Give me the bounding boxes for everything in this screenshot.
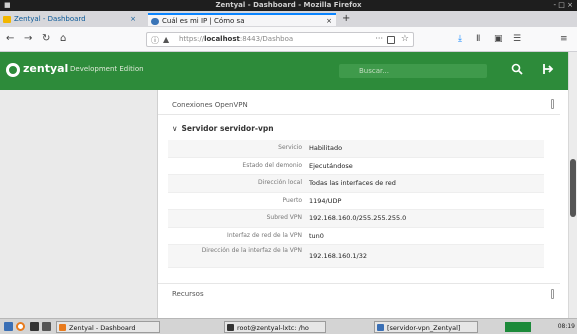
url-host: localhost — [204, 35, 240, 43]
widget-openvpn-header[interactable]: Conexiones OpenVPN — [158, 95, 560, 115]
bookmark-star-icon[interactable]: ☆ — [401, 34, 409, 44]
edition-label: Development Edition — [70, 65, 144, 73]
sidebar — [0, 90, 158, 318]
row-value: 1194/UDP — [309, 196, 342, 205]
lock-icon: ▲ — [163, 35, 170, 44]
table-row: Servicio Habilitado — [168, 140, 544, 158]
table-row: Dirección local Todas las interfaces de … — [168, 175, 544, 193]
close-tab-icon[interactable]: × — [326, 15, 332, 26]
row-value: 192.168.160.1/32 — [309, 252, 368, 260]
zentyal-favicon-icon — [3, 16, 11, 23]
navigation-bar: ← → ↻ ⌂ ⓘ ▲ https://localhost:8443/Dashb… — [0, 27, 577, 52]
network-indicator-icon[interactable] — [505, 322, 531, 332]
widget-recursos-header[interactable]: Recursos — [158, 283, 560, 303]
section-title: Servidor servidor-vpn — [181, 124, 274, 133]
drag-handle-icon[interactable] — [551, 99, 554, 109]
window-title: Zentyal - Dashboard - Mozilla Firefox — [215, 1, 362, 9]
tab-label: Cuál es mi IP | Cómo sa — [162, 17, 245, 25]
vpn-status-table: Servicio Habilitado Estado del demonio E… — [168, 140, 544, 268]
terminal-launcher-icon[interactable] — [30, 322, 39, 331]
section-servidor-vpn[interactable]: ∨ Servidor servidor-vpn — [172, 124, 274, 133]
row-value: Habilitado — [309, 144, 343, 152]
page-scrollbar[interactable] — [568, 52, 577, 318]
taskbar-window-firefox[interactable]: Zentyal - Dashboard — [56, 321, 160, 333]
files-launcher-icon[interactable] — [42, 322, 51, 331]
brand-name[interactable]: zentyal — [23, 62, 68, 75]
table-row: Dirección de la interfaz de la VPN 192.1… — [168, 245, 544, 268]
search-icon[interactable] — [511, 63, 523, 78]
search-input[interactable]: Buscar... — [339, 64, 487, 78]
new-tab-button[interactable]: + — [342, 13, 350, 25]
tab-label: Zentyal - Dashboard — [14, 15, 86, 23]
window-titlebar: ■ Zentyal - Dashboard - Mozilla Firefox … — [0, 0, 577, 11]
row-key: Subred VPN — [266, 214, 302, 221]
window-icon — [377, 324, 384, 331]
close-tab-icon[interactable]: × — [130, 13, 136, 26]
row-key: Dirección local — [258, 179, 302, 186]
table-row: Puerto 1194/UDP — [168, 193, 544, 210]
clock[interactable]: 08:19 — [558, 321, 575, 333]
taskbar-window-vpn[interactable]: [servidor-vpn_Zentyal] — [374, 321, 478, 333]
address-bar[interactable]: ⓘ ▲ https://localhost:8443/Dashboa ··· ☆ — [146, 32, 414, 47]
home-button[interactable]: ⌂ — [60, 33, 66, 45]
app-header: zentyal Development Edition Buscar... — [0, 52, 568, 90]
back-button[interactable]: ← — [6, 33, 14, 45]
pocket-icon[interactable] — [387, 36, 395, 44]
tab-zentyal-dashboard[interactable]: Zentyal - Dashboard × — [0, 13, 140, 26]
zentyal-logo-icon[interactable] — [6, 63, 20, 77]
row-key: Servicio — [278, 144, 302, 151]
taskbar-window-label: root@zentyal-lxtc: /ho — [237, 324, 309, 332]
scrollbar-thumb[interactable] — [570, 159, 576, 217]
library-icon[interactable]: Ⅱ — [476, 33, 480, 45]
row-value: Ejecutándose — [309, 161, 353, 170]
dashboard-content: Conexiones OpenVPN ∨ Servidor servidor-vp… — [158, 90, 568, 318]
taskbar-window-label: Zentyal - Dashboard — [69, 324, 136, 332]
url-path: :8443/Dashboa — [239, 35, 294, 43]
window-controls[interactable]: - □ × — [554, 1, 573, 9]
tab-cual-es-mi-ip[interactable]: Cuál es mi IP | Cómo sa × — [148, 13, 336, 26]
extension-icon[interactable]: ☰ — [513, 33, 521, 45]
tab-strip: Zentyal - Dashboard × Cuál es mi IP | Có… — [0, 11, 577, 27]
table-row: Estado del demonio Ejecutándose — [168, 158, 544, 175]
reload-button[interactable]: ↻ — [42, 33, 50, 45]
download-icon[interactable]: ⤓ — [458, 33, 462, 45]
row-value: tun0 — [309, 231, 324, 240]
menu-icon[interactable]: ≡ — [560, 33, 568, 45]
sidebar-toggle-icon[interactable]: ▣ — [494, 33, 503, 45]
app-menu-icon[interactable] — [4, 322, 13, 331]
taskbar-window-label: [servidor-vpn_Zentyal] — [387, 324, 461, 332]
taskbar-window-terminal[interactable]: root@zentyal-lxtc: /ho — [224, 321, 326, 333]
info-icon[interactable]: ⓘ — [151, 35, 159, 46]
firefox-icon — [59, 324, 66, 331]
site-favicon-icon — [151, 18, 159, 25]
logout-icon[interactable] — [542, 63, 554, 78]
url-text[interactable]: https://localhost:8443/Dashboa — [179, 35, 293, 43]
page-actions-button[interactable]: ··· — [375, 34, 383, 43]
widget-title: Conexiones OpenVPN — [172, 101, 248, 109]
row-value: 192.168.160.0/255.255.255.0 — [309, 214, 407, 222]
table-row: Subred VPN 192.168.160.0/255.255.255.0 — [168, 210, 544, 228]
table-row: Interfaz de red de la VPN tun0 — [168, 228, 544, 245]
row-key: Dirección de la interfaz de la VPN — [201, 247, 302, 254]
firefox-launcher-icon[interactable] — [16, 322, 25, 331]
widget-title: Recursos — [172, 290, 204, 298]
row-key: Puerto — [282, 196, 303, 204]
forward-button[interactable]: → — [24, 33, 32, 45]
row-key: Estado del demonio — [242, 161, 302, 169]
desktop-taskbar: Zentyal - Dashboard root@zentyal-lxtc: /… — [0, 318, 577, 334]
row-key: Interfaz de red de la VPN — [227, 231, 302, 239]
terminal-icon — [227, 324, 234, 331]
url-scheme: https:// — [179, 35, 205, 43]
drag-handle-icon[interactable] — [551, 289, 554, 299]
row-value: Todas las interfaces de red — [309, 179, 396, 187]
chevron-down-icon[interactable]: ∨ — [172, 124, 178, 133]
